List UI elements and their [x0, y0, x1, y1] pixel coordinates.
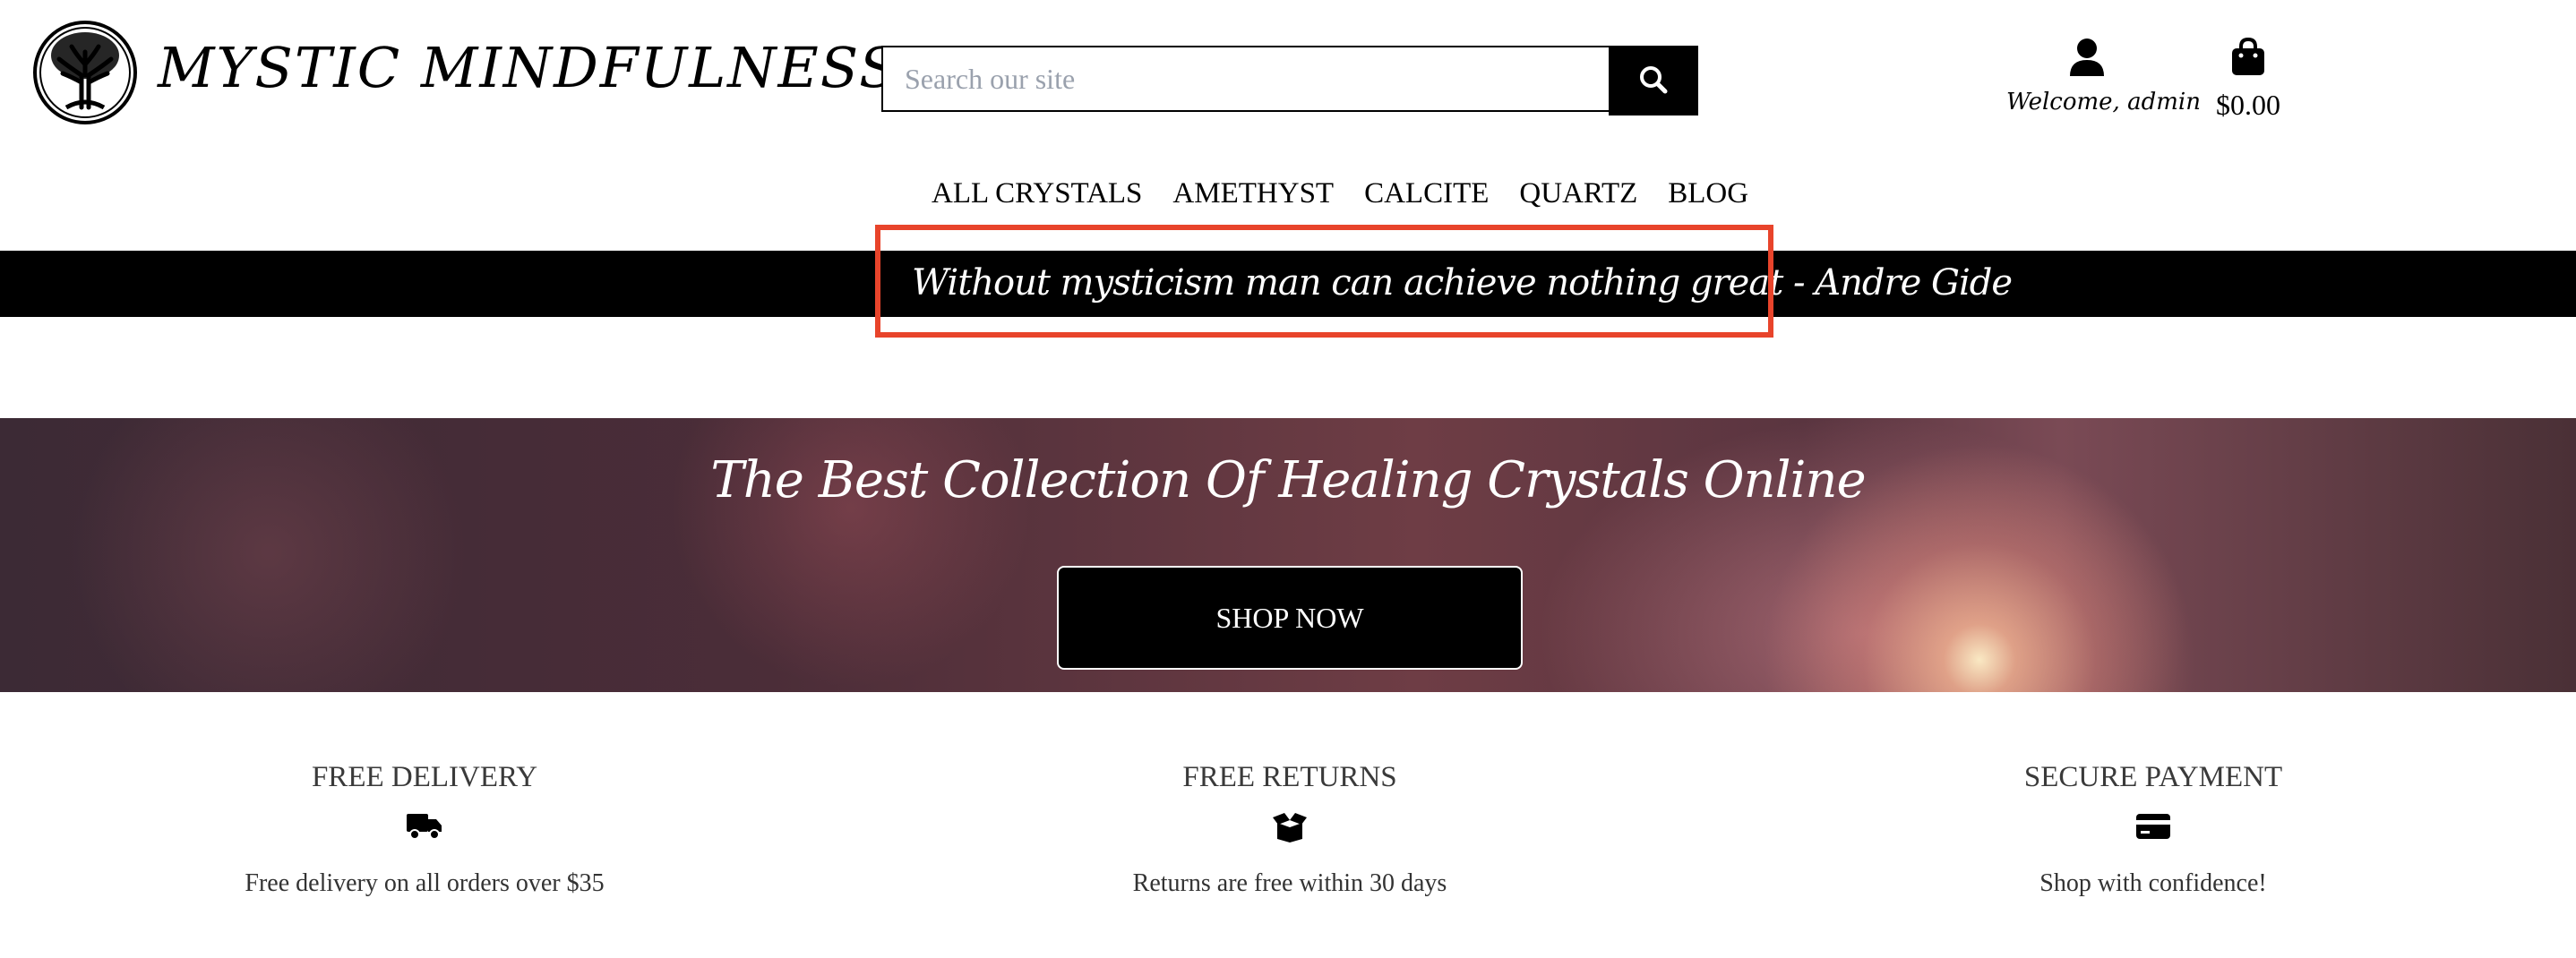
feature-description: Free delivery on all orders over $35 — [245, 869, 605, 897]
highlight-box — [875, 225, 1773, 338]
tree-of-life-icon[interactable] — [32, 20, 138, 125]
credit-card-icon — [1840, 812, 2467, 848]
search-button[interactable] — [1609, 46, 1698, 115]
feature-title: SECURE PAYMENT — [2023, 761, 2283, 793]
user-icon — [2006, 38, 2168, 81]
cart-total: $0.00 — [2216, 89, 2280, 121]
nav-item-quartz[interactable]: QUARTZ — [1519, 177, 1637, 210]
feature-free-delivery: FREE DELIVERY Free delivery on all order… — [111, 761, 738, 898]
search-input[interactable] — [881, 46, 1610, 112]
feature-title: FREE RETURNS — [1182, 761, 1397, 793]
brand-name[interactable]: MYSTIC MINDFULNESS — [158, 32, 899, 104]
nav-item-amethyst[interactable]: AMETHYST — [1172, 177, 1334, 210]
feature-secure-payment: SECURE PAYMENT Shop with confidence! — [1840, 761, 2467, 898]
feature-free-returns: FREE RETURNS Returns are free within 30 … — [976, 761, 1603, 898]
search-icon — [1638, 64, 1669, 98]
account-welcome-label: Welcome, admin — [2006, 89, 2201, 115]
search-bar — [881, 46, 1698, 115]
nav-item-calcite[interactable]: CALCITE — [1364, 177, 1489, 210]
nav-item-blog[interactable]: BLOG — [1668, 177, 1748, 210]
account-link[interactable]: Welcome, admin — [2006, 38, 2201, 115]
main-nav: ALL CRYSTALS AMETHYST CALCITE QUARTZ BLO… — [932, 177, 1748, 210]
hero-title: The Best Collection Of Healing Crystals … — [710, 451, 1866, 509]
feature-title: FREE DELIVERY — [311, 761, 538, 793]
shop-now-button[interactable]: SHOP NOW — [1057, 566, 1523, 670]
feature-description: Shop with confidence! — [2039, 869, 2267, 897]
feature-description: Returns are free within 30 days — [1132, 869, 1447, 897]
cart-link[interactable]: $0.00 — [2203, 37, 2293, 122]
truck-icon — [111, 812, 738, 848]
nav-item-all-crystals[interactable]: ALL CRYSTALS — [932, 177, 1142, 210]
shopping-bag-icon — [2203, 37, 2293, 81]
box-open-icon — [976, 812, 1603, 848]
